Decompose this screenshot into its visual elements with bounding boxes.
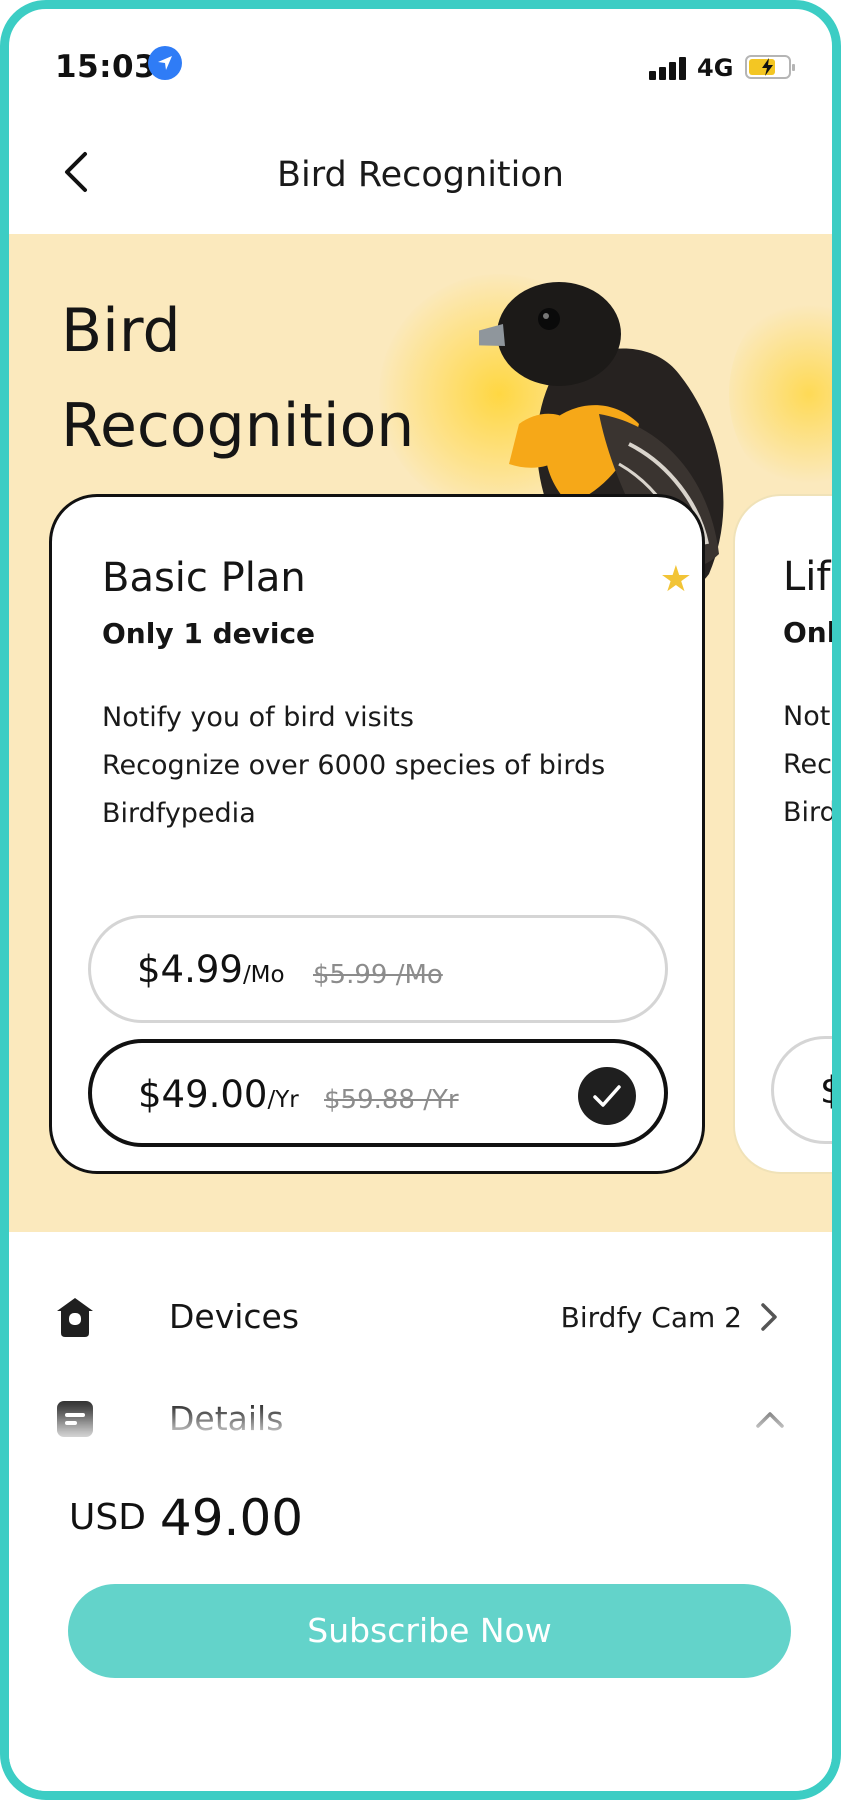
status-bar: 15:03 4G — [9, 9, 832, 119]
original-price-yearly: $59.88 /Yr — [324, 1085, 459, 1115]
chevron-right-icon — [761, 1303, 777, 1331]
details-label: Details — [169, 1399, 284, 1438]
price-value: $49.00 — [138, 1073, 268, 1116]
plan-feature: Recognize over 6000 species of birds — [102, 750, 606, 781]
selected-device: Birdfy Cam 2 — [560, 1301, 742, 1334]
price-option-yearly[interactable]: $49.00/Yr $59.88 /Yr — [88, 1039, 668, 1147]
devices-row[interactable]: Devices Birdfy Cam 2 — [9, 1277, 832, 1357]
plan-name: Basic Plan — [102, 555, 306, 601]
location-arrow-icon — [148, 46, 182, 80]
birdhouse-icon — [57, 1298, 93, 1337]
subscribe-now-button[interactable]: Subscribe Now — [68, 1584, 791, 1678]
price-option-lifetime[interactable]: $4 — [771, 1036, 832, 1144]
plan-feature: Reco — [783, 749, 832, 780]
price-period: /Yr — [267, 1087, 299, 1113]
document-icon — [57, 1401, 93, 1437]
navigation-bar: Bird Recognition — [9, 119, 832, 234]
plan-device-limit: Only 1 device — [102, 617, 316, 650]
battery-charging-icon — [745, 55, 795, 79]
total-amount: 49.00 — [159, 1489, 304, 1547]
price-option-monthly[interactable]: $4.99/Mo $5.99 /Mo — [88, 915, 668, 1023]
phone-screen: 15:03 4G Bird Recognition Bird Recogniti — [0, 0, 841, 1800]
selected-check-icon — [578, 1067, 636, 1125]
star-icon: ★ — [659, 559, 692, 600]
hero-title-line1: Bird — [61, 296, 181, 366]
plan-card-lifetime[interactable]: Life Only Noti Reco Birdf $4 — [733, 494, 832, 1174]
cellular-signal-icon — [649, 56, 689, 80]
plan-feature: Birdfypedia — [102, 798, 256, 829]
hero-title: Bird Recognition — [61, 284, 414, 474]
plan-feature: Notify you of bird visits — [102, 702, 414, 733]
total-price: USD 49.00 — [69, 1489, 303, 1547]
price-yearly: $49.00/Yr — [138, 1073, 299, 1116]
hero-banner: Bird Recognition Basic Plan Only 1 devic… — [9, 234, 832, 1232]
plan-name: Life — [783, 554, 832, 600]
currency-code: USD — [69, 1497, 146, 1538]
plan-card-basic[interactable]: Basic Plan Only 1 device ★ Notify you of… — [49, 494, 705, 1174]
chevron-up-icon — [756, 1412, 784, 1428]
hero-title-line2: Recognition — [61, 391, 415, 461]
price-monthly: $4.99/Mo — [137, 948, 285, 991]
plan-feature: Birdf — [783, 797, 832, 828]
price-value: $4.99 — [137, 948, 243, 991]
plan-device-limit: Only — [783, 616, 832, 649]
price-value: $4 — [820, 1069, 832, 1112]
devices-label: Devices — [169, 1297, 300, 1336]
price-period: /Mo — [242, 962, 285, 988]
plan-feature: Noti — [783, 701, 832, 732]
network-type: 4G — [697, 54, 734, 82]
checkout-bar: USD 49.00 Subscribe Now — [9, 1439, 832, 1791]
original-price-monthly: $5.99 /Mo — [313, 960, 443, 990]
status-time: 15:03 — [55, 49, 157, 85]
page-title: Bird Recognition — [277, 155, 564, 195]
